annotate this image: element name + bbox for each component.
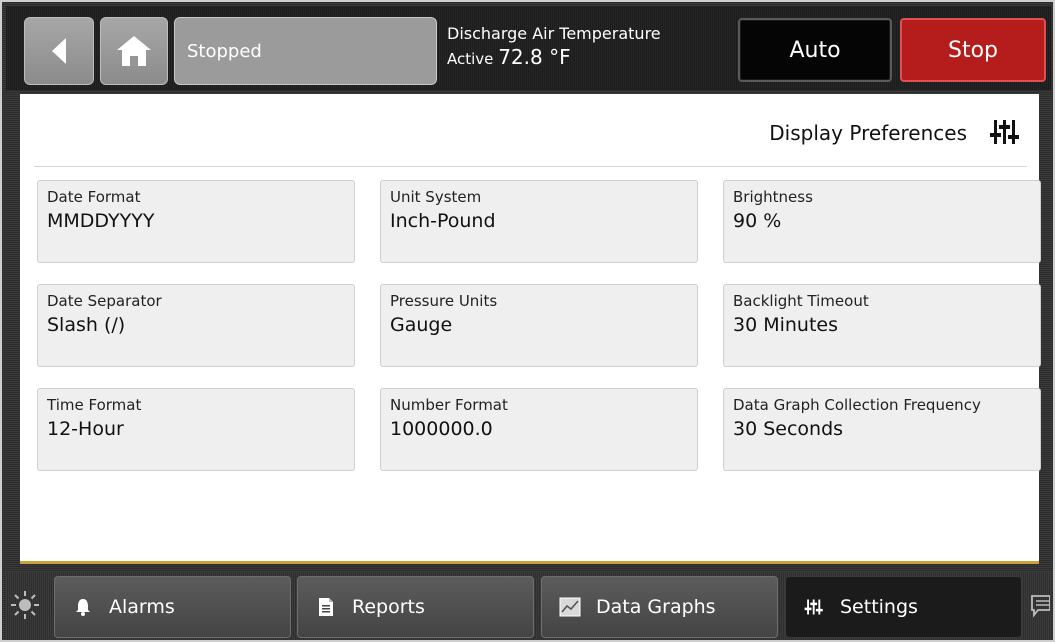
tab-alarms[interactable]: Alarms	[54, 576, 291, 638]
chat-icon[interactable]	[1030, 590, 1050, 620]
settings-sliders-icon	[802, 595, 826, 619]
setting-label: Brightness	[733, 188, 813, 206]
setting-label: Date Format	[47, 188, 141, 206]
point-name: Discharge Air Temperature	[447, 24, 661, 43]
setting-label: Time Format	[47, 396, 142, 414]
auto-button-label: Auto	[789, 37, 841, 63]
setting-date-format[interactable]: Date Format MMDDYYYY	[37, 180, 355, 263]
top-bar: Stopped Discharge Air Temperature Active…	[6, 6, 1051, 90]
setting-number-format[interactable]: Number Format 1000000.0	[380, 388, 698, 471]
setting-value: 12-Hour	[47, 418, 124, 440]
setting-label: Number Format	[390, 396, 508, 414]
setting-unit-system[interactable]: Unit System Inch-Pound	[380, 180, 698, 263]
document-icon	[314, 595, 338, 619]
point-state: Active	[447, 50, 494, 68]
setting-pressure-units[interactable]: Pressure Units Gauge	[380, 284, 698, 367]
setting-value: MMDDYYYY	[47, 210, 155, 232]
setting-value: Inch-Pound	[390, 210, 496, 232]
graph-icon	[558, 595, 582, 619]
sliders-icon	[990, 120, 1019, 144]
setting-value: Slash (/)	[47, 314, 126, 336]
setting-label: Backlight Timeout	[733, 292, 869, 310]
setting-label: Data Graph Collection Frequency	[733, 396, 981, 414]
tab-reports[interactable]: Reports	[297, 576, 534, 638]
tab-alarms-label: Alarms	[109, 596, 175, 618]
unit-status-text: Stopped	[187, 40, 262, 62]
tab-settings[interactable]: Settings	[785, 576, 1022, 638]
unit-status-display[interactable]: Stopped	[174, 17, 437, 85]
home-button[interactable]	[100, 17, 168, 85]
tab-reports-label: Reports	[352, 596, 425, 618]
setting-time-format[interactable]: Time Format 12-Hour	[37, 388, 355, 471]
active-point-readout: Discharge Air Temperature Active 72.8 °F	[447, 24, 717, 72]
back-button[interactable]	[24, 17, 94, 85]
point-value: 72.8 °F	[498, 45, 571, 69]
home-icon	[117, 36, 151, 66]
setting-brightness[interactable]: Brightness 90 %	[723, 180, 1041, 263]
setting-value: 30 Minutes	[733, 314, 839, 336]
back-arrow-icon	[52, 38, 66, 64]
setting-label: Date Separator	[47, 292, 162, 310]
stop-button-label: Stop	[947, 37, 998, 63]
main-panel: Display Preferences Date Format MMDDYYYY…	[20, 94, 1041, 564]
auto-button[interactable]: Auto	[738, 18, 892, 82]
setting-value: Gauge	[390, 314, 453, 336]
tab-data-graphs-label: Data Graphs	[596, 596, 716, 618]
tab-data-graphs[interactable]: Data Graphs	[541, 576, 778, 638]
setting-value: 30 Seconds	[733, 418, 844, 440]
header-divider	[34, 166, 1027, 167]
point-value-line: Active 72.8 °F	[447, 44, 717, 72]
stop-button[interactable]: Stop	[900, 18, 1046, 82]
setting-date-separator[interactable]: Date Separator Slash (/)	[37, 284, 355, 367]
setting-value: 1000000.0	[390, 418, 493, 440]
setting-value: 90 %	[733, 210, 782, 232]
setting-label: Unit System	[390, 188, 482, 206]
setting-label: Pressure Units	[390, 292, 498, 310]
setting-backlight-timeout[interactable]: Backlight Timeout 30 Minutes	[723, 284, 1041, 367]
sun-icon[interactable]	[10, 590, 40, 620]
setting-data-graph-frequency[interactable]: Data Graph Collection Frequency 30 Secon…	[723, 388, 1041, 471]
page-title: Display Preferences	[769, 121, 967, 145]
bottom-nav-bar: Alarms Reports Data Graphs Settings	[6, 572, 1051, 640]
bell-icon	[71, 595, 95, 619]
tab-settings-label: Settings	[840, 596, 918, 618]
app-frame: Stopped Discharge Air Temperature Active…	[0, 0, 1055, 642]
